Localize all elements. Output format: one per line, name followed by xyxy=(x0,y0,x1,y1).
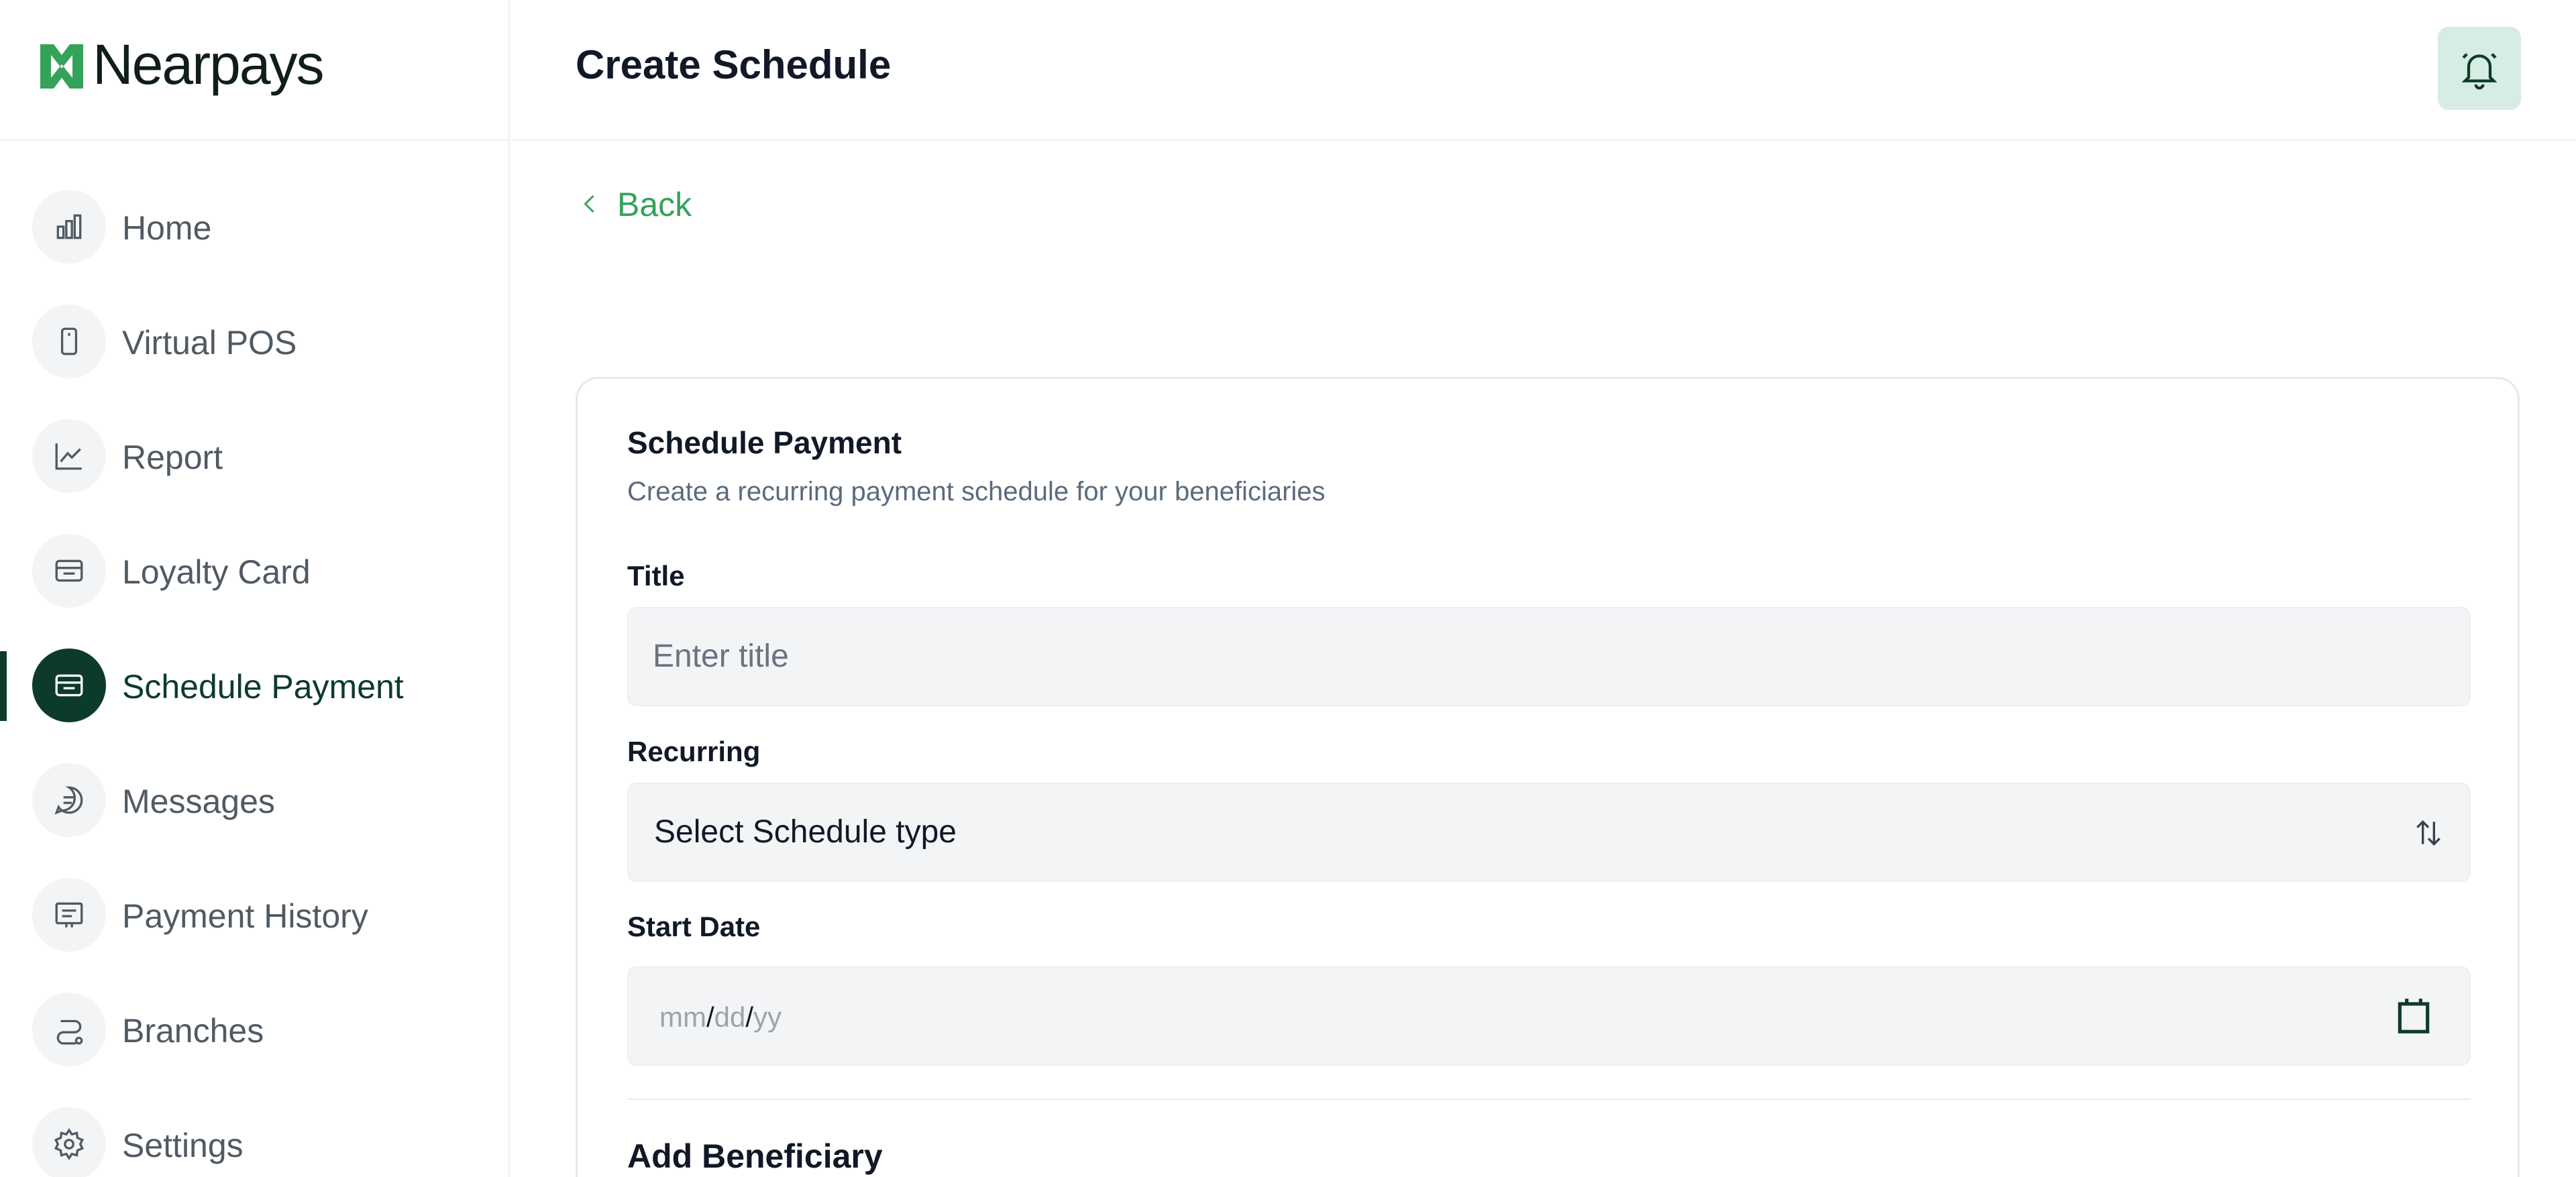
nav-icon-circle xyxy=(32,304,106,378)
nav-icon-circle xyxy=(32,190,106,264)
sidebar-item-label: Virtual POS xyxy=(122,324,297,361)
notifications-button[interactable] xyxy=(2438,27,2521,110)
gear-icon xyxy=(54,1128,85,1160)
bell-icon xyxy=(2461,53,2498,90)
title-placeholder: Enter title xyxy=(653,638,789,674)
chevron-left-icon xyxy=(584,194,594,213)
section-divider xyxy=(627,1099,2471,1100)
recurring-label: Recurring xyxy=(627,736,761,767)
nav-icon-circle xyxy=(32,993,106,1066)
start-date-label: Start Date xyxy=(627,911,761,942)
nav-icon-circle xyxy=(32,419,106,493)
card-icon xyxy=(55,674,83,697)
bar-chart-icon xyxy=(56,214,82,239)
calendar-icon[interactable] xyxy=(2393,995,2434,1038)
chat-icon xyxy=(54,786,83,815)
sidebar-item-label: Payment History xyxy=(122,897,368,935)
active-indicator xyxy=(0,651,7,721)
nav-icon-circle xyxy=(32,763,106,837)
sidebar: Nearpays Home Virtual POS Report Loyalty… xyxy=(0,0,510,1177)
card-subtitle: Create a recurring payment schedule for … xyxy=(627,477,1326,506)
sidebar-item-home[interactable]: Home xyxy=(0,186,510,266)
date-placeholder: mm/dd/yy xyxy=(659,1001,782,1033)
date-month: mm xyxy=(659,1001,706,1033)
add-beneficiary-heading: Add Beneficiary xyxy=(627,1137,883,1175)
sidebar-item-payment-history[interactable]: Payment History xyxy=(0,874,510,954)
title-label: Title xyxy=(627,560,685,592)
sidebar-item-report[interactable]: Report xyxy=(0,415,510,496)
sidebar-item-label: Settings xyxy=(122,1127,244,1164)
recurring-value: Select Schedule type xyxy=(654,814,957,850)
nav-icon-circle xyxy=(32,1107,106,1177)
date-day: dd xyxy=(714,1001,746,1033)
title-input[interactable]: Enter title xyxy=(627,607,2471,706)
date-separator: / xyxy=(745,1001,754,1033)
app: Nearpays Home Virtual POS Report Loyalty… xyxy=(0,0,2576,1177)
receipt-icon xyxy=(55,902,83,928)
line-chart-icon xyxy=(55,443,82,470)
nearpays-logo-icon xyxy=(40,44,83,89)
back-label: Back xyxy=(617,186,692,223)
sidebar-item-settings[interactable]: Settings xyxy=(0,1103,510,1177)
brand-name: Nearpays xyxy=(93,33,325,96)
card-icon xyxy=(55,559,83,582)
date-year: yy xyxy=(753,1001,782,1033)
nav-icon-circle xyxy=(32,534,106,608)
sidebar-item-label: Messages xyxy=(122,783,275,820)
start-date-input[interactable]: mm/dd/yy xyxy=(627,966,2471,1066)
schedule-payment-card: Schedule Payment Create a recurring paym… xyxy=(576,377,2520,1177)
recurring-select[interactable]: Select Schedule type xyxy=(627,783,2471,882)
sidebar-item-label: Branches xyxy=(122,1012,264,1050)
nav-icon-circle xyxy=(32,878,106,952)
route-icon xyxy=(56,1019,83,1045)
sidebar-item-label: Report xyxy=(122,439,223,476)
sidebar-item-schedule-payment[interactable]: Schedule Payment xyxy=(0,644,510,725)
sidebar-item-messages[interactable]: Messages xyxy=(0,759,510,840)
nav-icon-circle xyxy=(32,649,106,722)
sidebar-item-virtual-pos[interactable]: Virtual POS xyxy=(0,300,510,381)
sidebar-item-loyalty-card[interactable]: Loyalty Card xyxy=(0,530,510,610)
date-separator: / xyxy=(706,1001,714,1033)
sidebar-item-label: Schedule Payment xyxy=(122,668,404,706)
sort-arrows-icon xyxy=(2416,820,2440,846)
header: Create Schedule xyxy=(511,0,2576,141)
sidebar-item-branches[interactable]: Branches xyxy=(0,989,510,1069)
phone-icon xyxy=(60,327,78,355)
logo-row: Nearpays xyxy=(0,0,510,141)
sidebar-item-label: Home xyxy=(122,209,212,247)
sidebar-item-label: Loyalty Card xyxy=(122,553,311,591)
card-title: Schedule Payment xyxy=(627,425,902,460)
page-title: Create Schedule xyxy=(576,42,892,87)
